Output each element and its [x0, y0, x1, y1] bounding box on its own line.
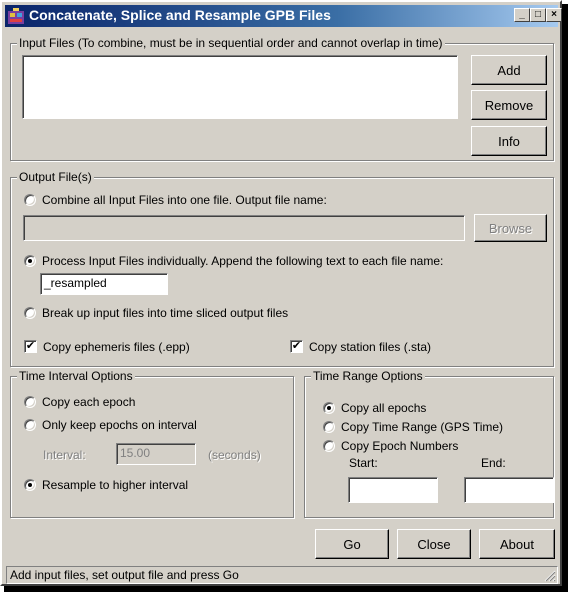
status-bar: Add input files, set output file and pre…: [6, 566, 558, 584]
close-window-button[interactable]: ×: [546, 8, 562, 22]
close-button[interactable]: Close: [397, 529, 471, 559]
seconds-label: (seconds): [208, 448, 261, 462]
time-interval-legend: Time Interval Options: [17, 369, 135, 383]
input-files-list[interactable]: [22, 55, 458, 119]
minimize-icon: _: [519, 9, 525, 20]
info-button[interactable]: Info: [471, 126, 547, 156]
combine-radio[interactable]: [24, 193, 36, 206]
resize-grip-icon[interactable]: [544, 570, 556, 582]
copy-epp-option[interactable]: ✔ Copy ephemeris files (.epp): [24, 338, 190, 354]
copy-sta-label: Copy station files (.sta): [309, 339, 432, 354]
append-text-field[interactable]: _resampled: [40, 273, 168, 295]
window-shadow-bottom: [4, 586, 568, 592]
only-keep-radio[interactable]: [24, 418, 36, 431]
only-keep-label: Only keep epochs on interval: [42, 417, 197, 432]
individual-option[interactable]: Process Input Files individually. Append…: [24, 252, 443, 268]
copy-range-label: Copy Time Range (GPS Time): [341, 419, 504, 434]
copy-all-option[interactable]: Copy all epochs: [323, 399, 426, 415]
slice-radio[interactable]: [24, 306, 36, 319]
close-icon: ×: [551, 9, 557, 20]
copy-numbers-option[interactable]: Copy Epoch Numbers: [323, 437, 458, 453]
resample-option[interactable]: Resample to higher interval: [24, 476, 188, 492]
copy-range-radio[interactable]: [323, 420, 335, 433]
window-title: Concatenate, Splice and Resample GPB Fil…: [29, 7, 331, 23]
copy-all-radio[interactable]: [323, 401, 335, 414]
only-keep-option[interactable]: Only keep epochs on interval: [24, 416, 197, 432]
add-button[interactable]: Add: [471, 55, 547, 85]
resample-label: Resample to higher interval: [42, 477, 189, 492]
end-label: End:: [481, 456, 506, 470]
window-shadow-right: [562, 4, 568, 592]
copy-each-label: Copy each epoch: [42, 394, 136, 409]
copy-range-option[interactable]: Copy Time Range (GPS Time): [323, 418, 503, 434]
interval-label: Interval:: [43, 448, 86, 462]
copy-numbers-radio[interactable]: [323, 439, 335, 452]
individual-label: Process Input Files individually. Append…: [42, 253, 444, 268]
end-field[interactable]: [464, 477, 554, 503]
start-label: Start:: [349, 456, 378, 470]
copy-sta-option[interactable]: ✔ Copy station files (.sta): [290, 338, 431, 354]
title-bar[interactable]: Concatenate, Splice and Resample GPB Fil…: [5, 5, 562, 27]
resample-radio[interactable]: [24, 478, 36, 491]
copy-each-option[interactable]: Copy each epoch: [24, 393, 135, 409]
maximize-icon: □: [534, 9, 542, 20]
minimize-button[interactable]: _: [514, 8, 530, 22]
combine-label: Combine all Input Files into one file. O…: [42, 192, 327, 207]
slice-label: Break up input files into time sliced ou…: [42, 305, 289, 320]
copy-each-radio[interactable]: [24, 395, 36, 408]
remove-button[interactable]: Remove: [471, 90, 547, 120]
input-files-group: Input Files (To combine, must be in sequ…: [10, 36, 554, 161]
copy-all-label: Copy all epochs: [341, 400, 427, 415]
dialog-window: Concatenate, Splice and Resample GPB Fil…: [0, 0, 562, 586]
maximize-button[interactable]: □: [530, 8, 546, 22]
time-interval-group: Time Interval Options Copy each epoch On…: [10, 369, 294, 518]
start-field[interactable]: [348, 477, 438, 503]
input-files-legend: Input Files (To combine, must be in sequ…: [17, 36, 445, 50]
copy-epp-checkbox[interactable]: ✔: [24, 340, 37, 354]
interval-field[interactable]: 15.00: [116, 443, 196, 465]
output-files-group: Output File(s) Combine all Input Files i…: [10, 170, 554, 367]
go-button[interactable]: Go: [315, 529, 389, 559]
slice-option[interactable]: Break up input files into time sliced ou…: [24, 304, 288, 320]
about-button[interactable]: About: [479, 529, 555, 559]
combine-option[interactable]: Combine all Input Files into one file. O…: [24, 191, 327, 207]
output-filename-field[interactable]: [23, 215, 465, 241]
individual-radio[interactable]: [24, 254, 36, 267]
copy-epp-label: Copy ephemeris files (.epp): [43, 339, 190, 354]
copy-sta-checkbox[interactable]: ✔: [290, 340, 303, 354]
output-files-legend: Output File(s): [17, 170, 94, 184]
time-range-legend: Time Range Options: [311, 369, 425, 383]
app-icon: [8, 8, 24, 24]
browse-button[interactable]: Browse: [474, 214, 547, 242]
time-range-group: Time Range Options Copy all epochs Copy …: [304, 369, 554, 518]
status-text: Add input files, set output file and pre…: [10, 568, 239, 582]
copy-numbers-label: Copy Epoch Numbers: [341, 438, 459, 453]
